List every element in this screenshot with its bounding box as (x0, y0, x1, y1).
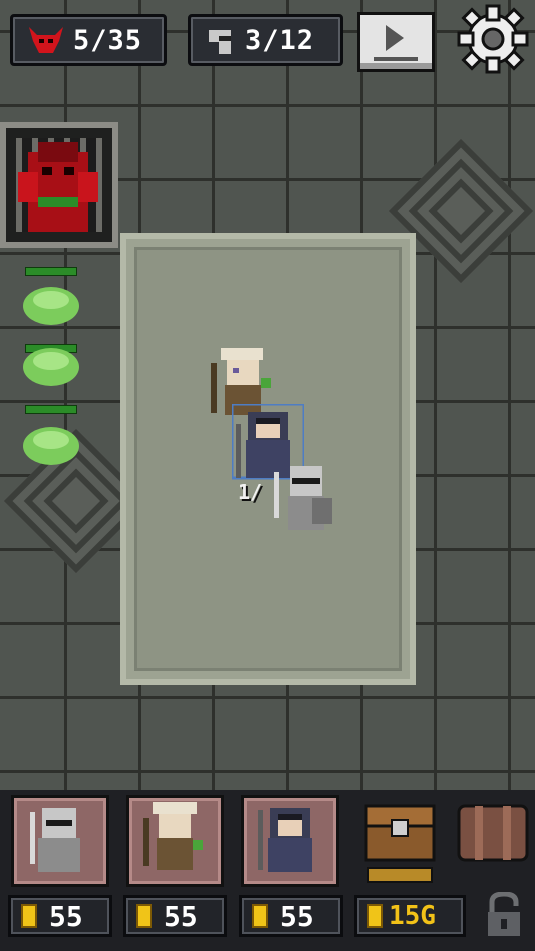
unlock-icon[interactable] (484, 892, 524, 938)
hero-count-value: 3/12 (245, 24, 315, 56)
coin-icon (252, 904, 268, 928)
slime-enemy-icon (23, 287, 79, 325)
treasure-chest-icon[interactable] (362, 800, 438, 886)
slime-enemy-icon (23, 427, 79, 465)
coin-icon (136, 904, 152, 928)
gold-counter: 15G (354, 895, 466, 937)
demon-enemy-icon (18, 142, 98, 232)
helmet-icon (209, 30, 231, 54)
wave-value: 5/35 (73, 24, 143, 56)
gold-value: 15G (389, 901, 436, 931)
coin-icon (21, 904, 37, 928)
price-value: 55 (49, 899, 83, 933)
slime-hp-bar (25, 405, 77, 414)
hero-card-elf-archer[interactable] (126, 795, 224, 887)
knight-portrait-icon (30, 808, 80, 872)
price-value: 55 (164, 899, 198, 933)
slime-hp-bar (25, 267, 77, 276)
knight-hero[interactable] (272, 464, 336, 536)
slime-enemy-icon (23, 348, 79, 386)
play-icon (374, 25, 418, 61)
elf-archer-portrait-icon (143, 802, 203, 870)
mage-portrait-icon (258, 808, 312, 872)
wave-counter: 5/35 (10, 14, 167, 66)
hero-card-knight[interactable] (11, 795, 109, 887)
backpack-icon[interactable] (455, 800, 531, 864)
price-value: 55 (280, 899, 314, 933)
hero-counter: 3/12 (188, 14, 343, 66)
hero-card-mage[interactable] (241, 795, 339, 887)
price-mage: 55 (239, 895, 343, 937)
price-elf-archer: 55 (123, 895, 227, 937)
price-knight: 55 (8, 895, 112, 937)
party-label: 1/ (238, 480, 263, 504)
gear-icon[interactable] (457, 4, 529, 74)
demon-head-icon (29, 27, 63, 53)
play-button[interactable] (357, 12, 435, 72)
coin-icon (367, 904, 383, 928)
